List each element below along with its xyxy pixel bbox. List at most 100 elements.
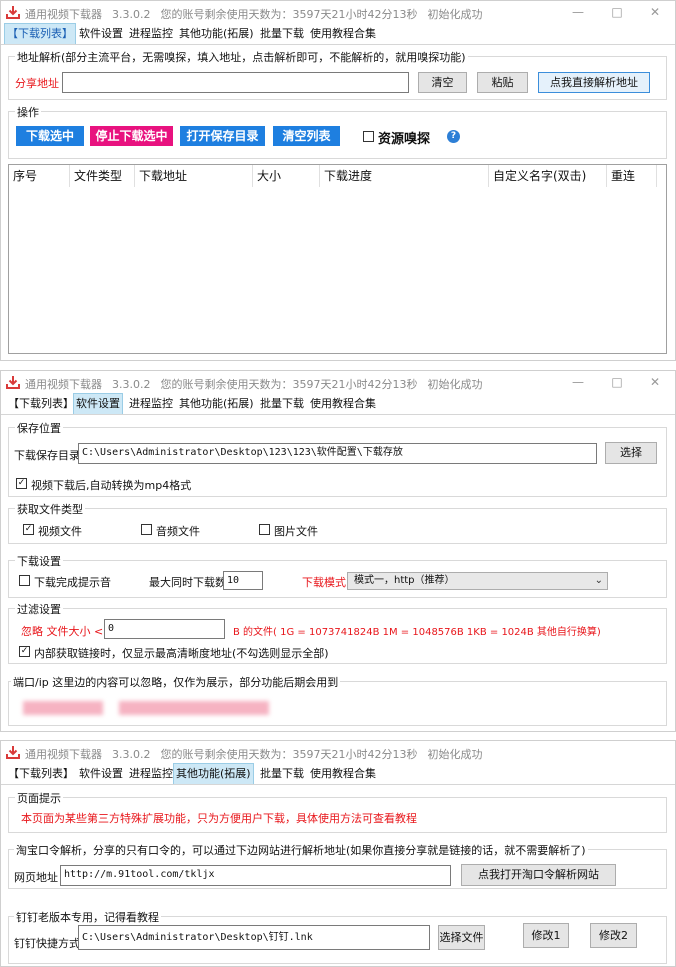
tab-download-list[interactable]: 【下载列表】: [6, 764, 76, 784]
tab-batch-download[interactable]: 批量下载: [258, 764, 306, 784]
chevron-down-icon: ⌄: [594, 575, 603, 586]
tab-process-monitor[interactable]: 进程监控: [127, 24, 175, 44]
tab-other-functions[interactable]: 其他功能(拓展): [177, 394, 256, 414]
tab-settings[interactable]: 软件设置: [77, 764, 125, 784]
download-table[interactable]: 序号 文件类型 下载地址 大小 下载进度 自定义名字(双击) 重连: [8, 164, 667, 354]
save-dir-label: 下载保存目录: [14, 449, 80, 462]
remaining-time: 您的账号剩余使用天数为：3597天21小时42分13秒: [160, 8, 418, 21]
title-bar: 通用视频下载器 3.3.0.2 您的账号剩余使用天数为：3597天21小时42分13…: [1, 371, 675, 395]
page-hint-text: 本页面为某些第三方特殊扩展功能，只为方便用户下载，具体使用方法可查看教程: [21, 812, 417, 825]
maximize-button[interactable]: □: [607, 4, 627, 20]
column-progress[interactable]: 下载进度: [320, 165, 489, 187]
clear-button[interactable]: 清空: [418, 72, 467, 93]
modify2-button[interactable]: 修改2: [590, 923, 637, 948]
inner-link-label: 内部获取链接时，仅显示最高清晰度地址(不勾选则显示全部): [34, 647, 329, 660]
app-version: 3.3.0.2: [112, 748, 151, 761]
tab-tutorials[interactable]: 使用教程合集: [308, 764, 378, 784]
remaining-time: 您的账号剩余使用天数为：3597天21小时42分13秒: [160, 748, 418, 761]
inner-link-checkbox[interactable]: ✓: [19, 646, 30, 657]
tab-divider: [1, 44, 675, 45]
tab-divider: [1, 414, 675, 415]
dingding-title: 钉钉老版本专用，记得看教程: [14, 909, 161, 925]
tab-bar: 【下载列表】 软件设置 进程监控 其他功能(拓展) 批量下载 使用教程合集: [1, 763, 675, 786]
tab-bar: 【下载列表】 软件设置 进程监控 其他功能(拓展) 批量下载 使用教程合集: [1, 393, 675, 416]
choose-file-button[interactable]: 选择文件: [438, 925, 485, 950]
column-index[interactable]: 序号: [9, 165, 70, 187]
download-mode-select[interactable]: 模式一，http（推荐） ⌄: [347, 572, 608, 590]
title-bar: 通用视频下载器 3.3.0.2 您的账号剩余使用天数为：3597天21小时42分13…: [1, 1, 675, 25]
column-file-type[interactable]: 文件类型: [70, 165, 135, 187]
modify1-button[interactable]: 修改1: [523, 923, 569, 948]
video-file-checkbox[interactable]: ✓: [23, 524, 34, 535]
download-settings-title: 下载设置: [15, 553, 63, 569]
download-app-icon: [6, 746, 20, 759]
resource-sniff-label: 资源嗅探: [378, 132, 431, 147]
stop-selected-button[interactable]: 停止下载选中: [90, 126, 173, 146]
ignore-size-input[interactable]: 0: [104, 619, 225, 639]
title-text: 通用视频下载器 3.3.0.2 您的账号剩余使用天数为：3597天21小时42分13…: [25, 746, 492, 762]
tab-tutorials[interactable]: 使用教程合集: [308, 24, 378, 44]
size-note: B 的文件( 1G = 1073741824B 1M = 1048576B 1K…: [233, 627, 601, 638]
tab-batch-download[interactable]: 批量下载: [258, 394, 306, 414]
open-save-dir-button[interactable]: 打开保存目录: [180, 126, 265, 146]
download-selected-button[interactable]: 下载选中: [16, 126, 84, 146]
video-file-label: 视频文件: [38, 525, 82, 538]
resource-sniff-checkbox[interactable]: [363, 131, 374, 142]
app-title: 通用视频下载器: [25, 378, 102, 391]
init-status: 初始化成功: [427, 378, 483, 391]
close-button[interactable]: ✕: [645, 374, 665, 390]
download-mode-value: 模式一，http（推荐）: [354, 575, 455, 586]
open-taobao-site-button[interactable]: 点我打开淘口令解析网站: [461, 864, 616, 886]
audio-file-checkbox[interactable]: [141, 524, 152, 535]
tab-other-functions[interactable]: 其他功能(拓展): [173, 763, 254, 785]
port-ip-title: 端口/ip 这里边的内容可以忽略，仅作为展示，部分功能后期会用到: [11, 674, 341, 690]
init-status: 初始化成功: [427, 8, 483, 21]
column-download-url[interactable]: 下载地址: [135, 165, 253, 187]
tab-tutorials[interactable]: 使用教程合集: [308, 394, 378, 414]
web-address-input[interactable]: http://m.91tool.com/tkljx: [60, 865, 451, 886]
minimize-button[interactable]: —: [568, 374, 588, 390]
minimize-button[interactable]: —: [568, 4, 588, 20]
maximize-button[interactable]: □: [607, 374, 627, 390]
tab-batch-download[interactable]: 批量下载: [258, 24, 306, 44]
tab-process-monitor[interactable]: 进程监控: [127, 394, 175, 414]
title-text: 通用视频下载器 3.3.0.2 您的账号剩余使用天数为：3597天21小时42分13…: [25, 6, 492, 22]
port-ip-group: 端口/ip 这里边的内容可以忽略，仅作为展示，部分功能后期会用到: [8, 674, 667, 726]
image-file-checkbox[interactable]: [259, 524, 270, 535]
dingding-shortcut-input[interactable]: C:\Users\Administrator\Desktop\钉钉.lnk: [78, 925, 430, 950]
column-reconnect[interactable]: 重连: [607, 165, 657, 187]
done-sound-label: 下载完成提示音: [34, 576, 111, 589]
close-button[interactable]: ✕: [645, 4, 665, 20]
tab-process-monitor[interactable]: 进程监控: [127, 764, 175, 784]
column-custom-name[interactable]: 自定义名字(双击): [489, 165, 607, 187]
help-icon[interactable]: ?: [447, 130, 460, 143]
app-title: 通用视频下载器: [25, 8, 102, 21]
dingding-shortcut-label: 钉钉快捷方式: [14, 937, 80, 950]
direct-parse-button[interactable]: 点我直接解析地址: [538, 72, 650, 93]
file-type-title: 获取文件类型: [15, 501, 85, 517]
tab-download-list[interactable]: 【下载列表】: [4, 23, 76, 45]
max-concurrent-input[interactable]: 10: [223, 571, 263, 590]
done-sound-checkbox[interactable]: [19, 575, 30, 586]
choose-dir-button[interactable]: 选择: [605, 442, 657, 464]
title-bar: 通用视频下载器 3.3.0.2 您的账号剩余使用天数为：3597天21小时42分13…: [1, 741, 675, 765]
tab-download-list[interactable]: 【下载列表】: [6, 394, 76, 414]
filter-settings-title: 过滤设置: [15, 601, 63, 617]
share-address-input[interactable]: [62, 72, 409, 93]
taobao-parse-title: 淘宝口令解析，分享的只有口令的，可以通过下边网站进行解析地址(如果你直接分享就是…: [14, 842, 588, 858]
tab-settings[interactable]: 软件设置: [73, 393, 123, 415]
tab-other-functions[interactable]: 其他功能(拓展): [177, 24, 256, 44]
blurred-field: [23, 701, 103, 715]
convert-mp4-checkbox[interactable]: ✓: [16, 478, 27, 489]
audio-file-label: 音频文件: [156, 525, 200, 538]
init-status: 初始化成功: [427, 748, 483, 761]
column-size[interactable]: 大小: [253, 165, 320, 187]
app-version: 3.3.0.2: [112, 8, 151, 21]
file-type-group: 获取文件类型: [8, 501, 667, 544]
download-app-icon: [6, 376, 20, 389]
tab-settings[interactable]: 软件设置: [77, 24, 125, 44]
ignore-size-label: 忽略 文件大小 <: [21, 625, 104, 638]
paste-button[interactable]: 粘贴: [477, 72, 528, 93]
clear-list-button[interactable]: 清空列表: [273, 126, 340, 146]
save-dir-input[interactable]: C:\Users\Administrator\Desktop\123\123\软…: [78, 443, 597, 464]
